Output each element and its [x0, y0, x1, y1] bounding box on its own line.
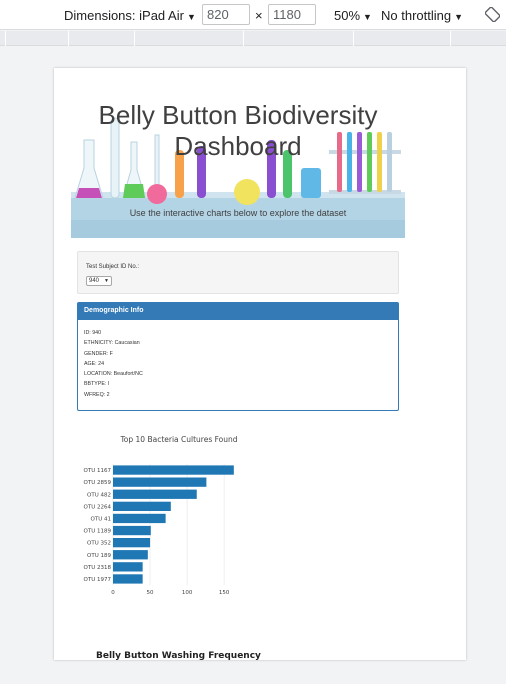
demo-wfreq: WFREQ: 2	[84, 391, 110, 398]
zoom-dropdown[interactable]: 50% ▼	[334, 8, 372, 23]
demo-location: LOCATION: Beaufort/NC	[84, 371, 143, 378]
rotate-icon[interactable]	[485, 7, 500, 22]
demo-gender: GENDER: F	[84, 350, 113, 357]
height-input[interactable]: 1180	[268, 4, 316, 25]
zoom-label: 50%	[334, 8, 361, 23]
page-lead: Use the interactive charts below to expl…	[129, 208, 347, 218]
device-viewport: Belly Button Biodiversity Dashboard Use …	[54, 68, 466, 660]
y-tick-label: OTU 2264	[84, 504, 112, 510]
demo-age: AGE: 24	[84, 360, 105, 367]
width-input[interactable]: 820	[202, 4, 250, 25]
bar[interactable]	[113, 465, 234, 475]
panel-body: ID: 940 ETHNICITY: Caucasian GENDER: F A…	[78, 320, 398, 408]
y-tick-label: OTU 482	[87, 492, 111, 498]
chevron-down-icon: ▼	[104, 278, 109, 284]
bar[interactable]	[113, 513, 166, 524]
throttling-dropdown[interactable]: No throttling ▼	[381, 8, 463, 23]
bar[interactable]	[113, 477, 207, 487]
bar[interactable]	[113, 489, 197, 499]
x-tick-label: 150	[219, 590, 230, 596]
y-tick-label: OTU 1189	[84, 529, 112, 535]
y-tick-label: OTU 2318	[84, 565, 112, 571]
throttling-label: No throttling	[381, 8, 452, 23]
devtools-device-toolbar: Dimensions: iPad Air ▼ 820 × 1180 50% ▼ No…	[0, 0, 506, 30]
y-tick-label: OTU 1977	[84, 577, 112, 583]
chevron-down-icon: ▼	[186, 12, 196, 22]
page-title: Belly Button Biodiversity Dashboard	[98, 100, 378, 161]
y-tick-label: OTU 352	[87, 541, 111, 547]
y-tick-label: OTU 1167	[84, 468, 112, 474]
selector-label: Test Subject ID No.:	[86, 264, 140, 270]
media-query-ruler[interactable]	[0, 31, 506, 46]
demo-bbtype: BBTYPE: I	[84, 381, 110, 388]
demographic-panel: Demographic Info ID: 940 ETHNICITY: Cauc…	[77, 302, 399, 411]
chevron-down-icon: ▼	[363, 12, 372, 22]
bar[interactable]	[113, 562, 143, 572]
subject-selector-well: Test Subject ID No.: 940 ▼	[77, 251, 399, 294]
bar[interactable]	[113, 538, 151, 548]
dimension-separator: ×	[255, 8, 263, 23]
gauge-chart-title: Belly Button Washing Frequency	[96, 651, 261, 660]
bar[interactable]	[113, 525, 151, 536]
jumbotron: Belly Button Biodiversity Dashboard Use …	[71, 80, 405, 238]
demo-ethnicity: ETHNICITY: Caucasian	[84, 340, 140, 347]
panel-title: Demographic Info	[78, 303, 398, 320]
device-label: Dimensions: iPad Air	[64, 8, 184, 23]
device-dropdown[interactable]: Dimensions: iPad Air ▼	[64, 8, 196, 23]
subject-id-select[interactable]: 940 ▼	[86, 276, 112, 286]
y-tick-label: OTU 41	[91, 516, 111, 522]
selected-id: 940	[89, 278, 100, 284]
demo-id: ID: 940	[84, 330, 102, 336]
bar[interactable]	[113, 501, 171, 511]
bar-chart[interactable]: 0 50 100 150 OTU 1167 OTU 2859 OTU 482 OTU 2264…	[74, 456, 274, 596]
bar[interactable]	[113, 574, 143, 584]
y-tick-label: OTU 2859	[84, 480, 112, 486]
y-tick-label: OTU 189	[87, 553, 111, 559]
chevron-down-icon: ▼	[454, 12, 464, 22]
bar-chart-title: Top 10 Bacteria Cultures Found	[120, 435, 238, 444]
x-tick-label: 100	[182, 590, 193, 596]
x-tick-label: 50	[147, 590, 154, 596]
x-tick-label: 0	[111, 590, 115, 596]
bar[interactable]	[113, 550, 148, 560]
